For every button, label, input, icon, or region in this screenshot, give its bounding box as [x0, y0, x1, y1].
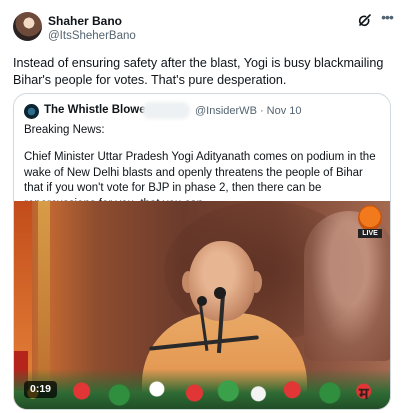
quoted-heading: Breaking News:	[24, 124, 105, 136]
corner-text: म	[359, 384, 369, 403]
video-player[interactable]: LIVE 0:19 म	[14, 201, 390, 409]
author-name[interactable]: Shaher Bano	[48, 14, 122, 28]
more-options-icon[interactable]: •••	[378, 10, 396, 24]
quoted-author-name[interactable]: The Whistle Blower	[44, 104, 150, 116]
microphone-icon	[197, 296, 207, 306]
quoted-post[interactable]: The Whistle Blower @InsiderWB · Nov 10 B…	[13, 93, 391, 410]
blurred-badge	[142, 102, 190, 119]
grok-icon[interactable]	[358, 13, 372, 27]
author-handle[interactable]: @ItsSheherBano	[48, 30, 136, 42]
flower-garland	[14, 369, 390, 409]
quoted-author-avatar[interactable]	[24, 104, 39, 119]
author-avatar[interactable]	[13, 12, 42, 41]
video-duration: 0:19	[24, 381, 58, 398]
live-badge: LIVE	[358, 229, 382, 238]
microphone-icon	[214, 287, 226, 299]
post: Shaher Bano @ItsSheherBano ••• Instead o…	[0, 0, 407, 413]
quoted-author-handle-date[interactable]: @InsiderWB · Nov 10	[195, 105, 302, 117]
channel-logo-icon	[358, 205, 382, 231]
tweet-text: Instead of ensuring safety after the bla…	[13, 56, 384, 87]
